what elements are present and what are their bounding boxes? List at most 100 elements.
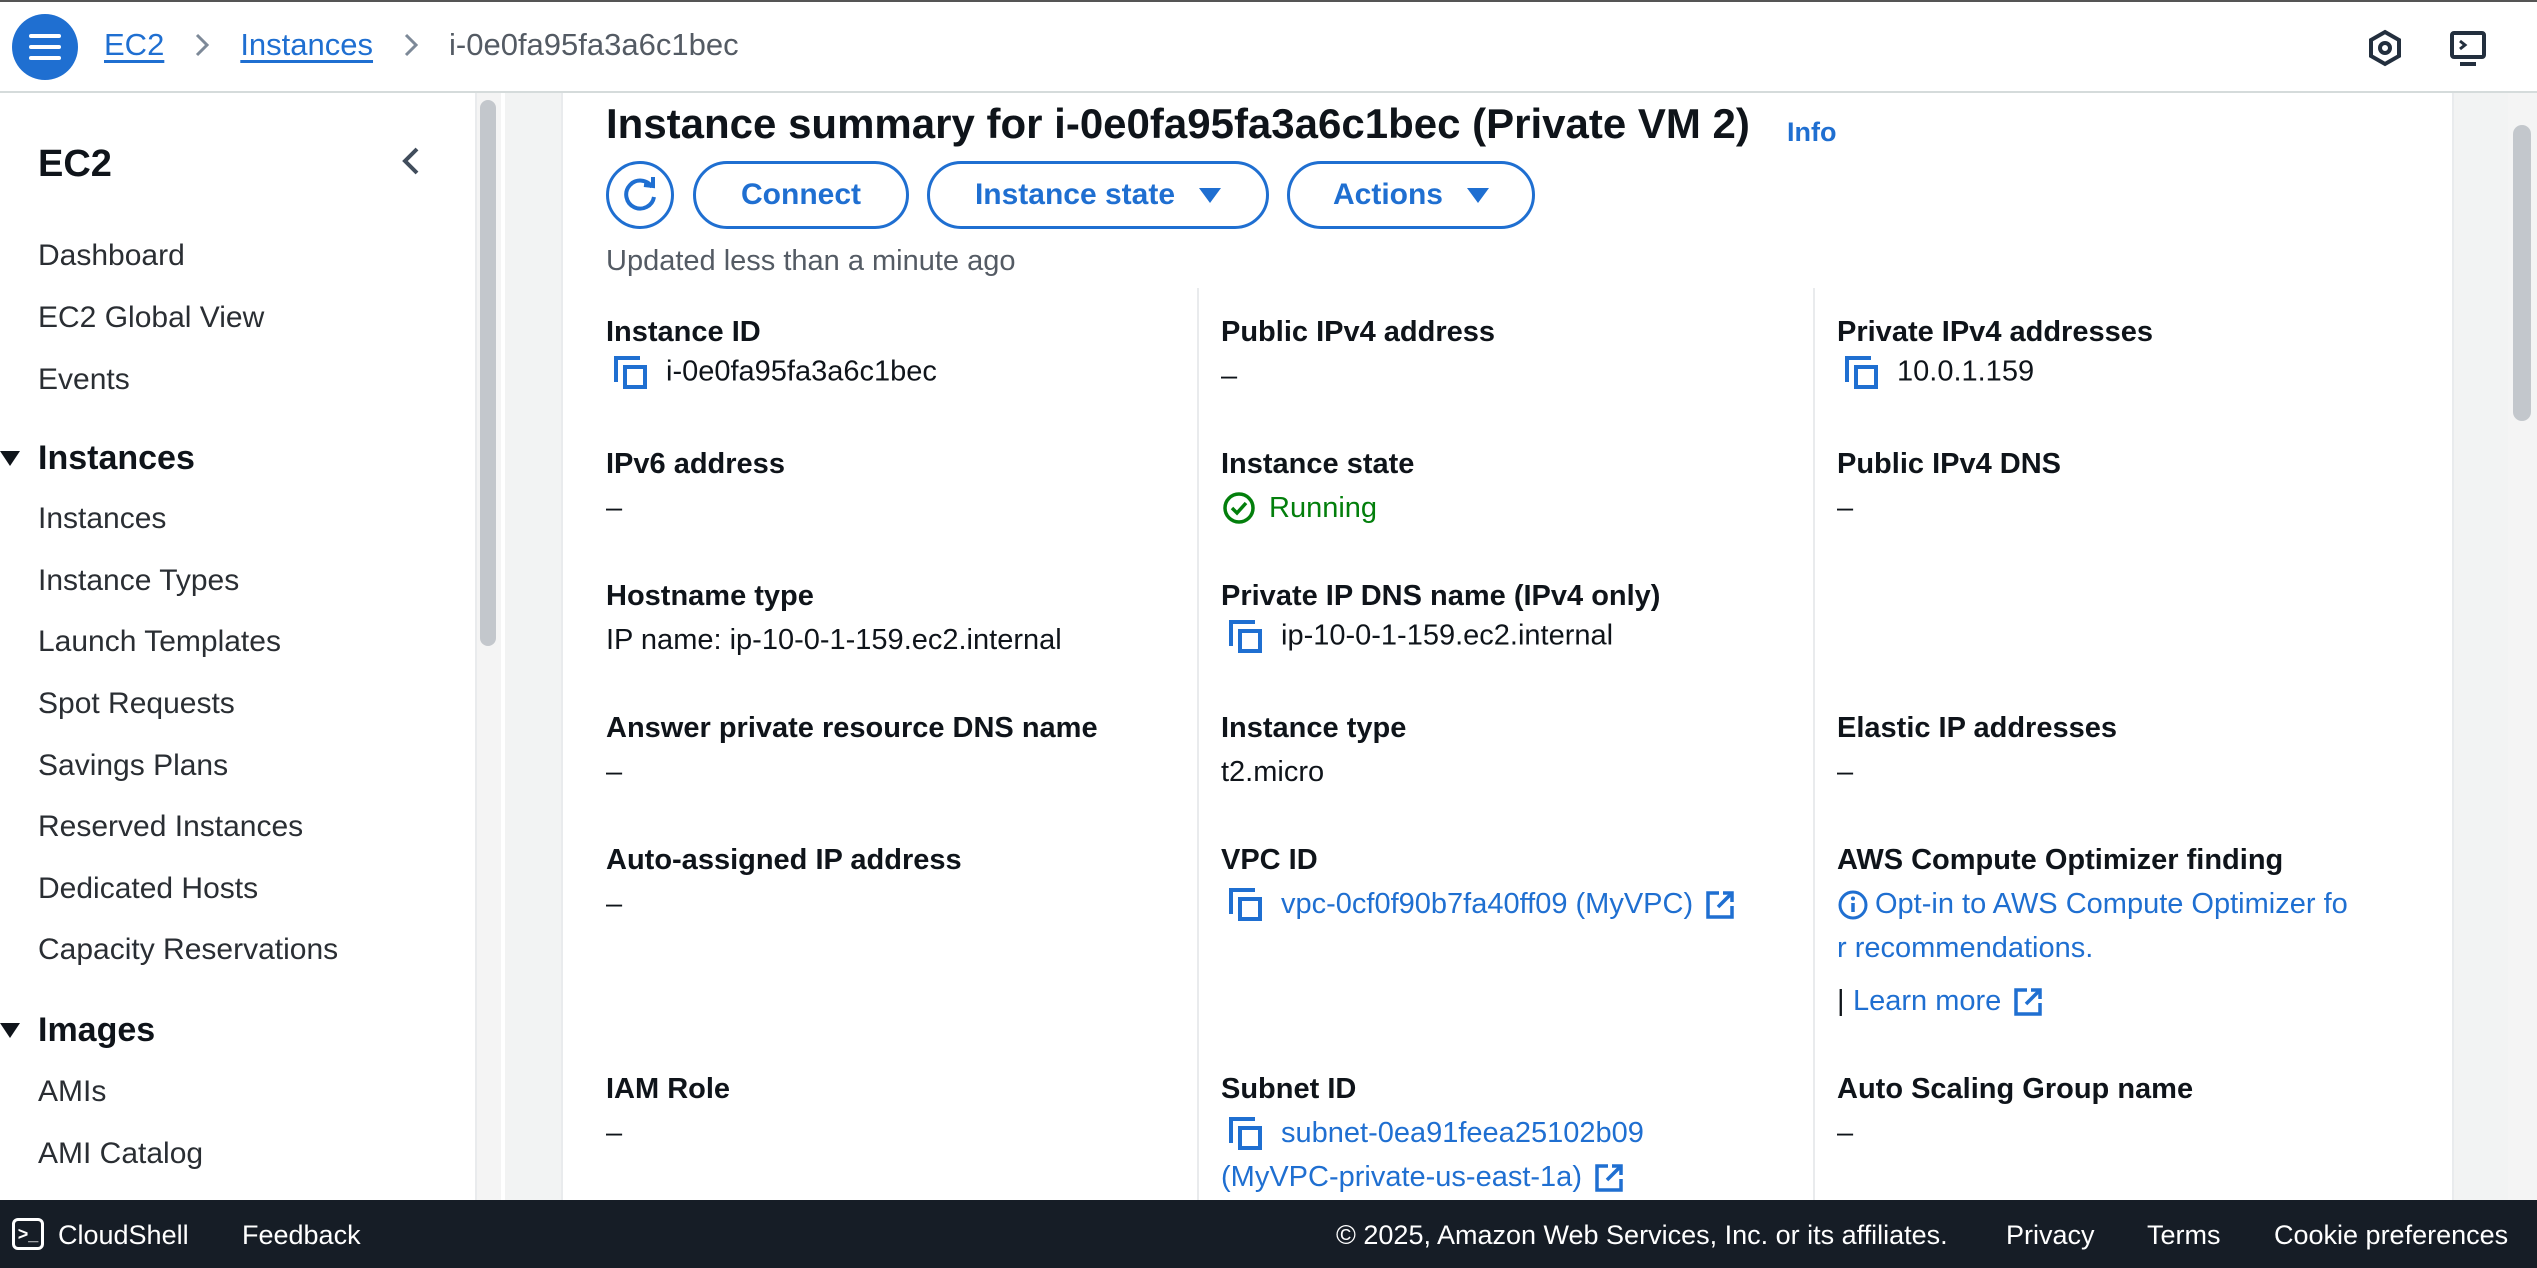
auto-ip-value: – [606,888,623,920]
field-label: VPC ID [1221,844,1318,876]
sidebar: EC2 Dashboard EC2 Global View Events Ins… [0,93,477,1200]
sidebar-item-instances[interactable]: Instances [38,502,166,536]
connect-button-label: Connect [741,178,861,211]
breadcrumb-ec2[interactable]: EC2 [104,27,164,63]
copy-icon[interactable] [1227,1115,1265,1153]
instance-state-status: Running [1221,490,1377,526]
vpc-id-link[interactable]: vpc-0cf0f90b7fa40ff09 (MyVPC) [1227,882,1737,926]
sidebar-item-spot-requests[interactable]: Spot Requests [38,687,235,721]
private-dns-value: ip-10-0-1-159.ec2.internal [1227,618,1613,656]
compute-optimizer-opt-in-link[interactable]: Opt-in to AWS Compute Optimizer fo [1837,882,2348,926]
notifications-icon[interactable] [2448,28,2488,68]
actions-button-label: Actions [1332,178,1443,211]
sidebar-item-events[interactable]: Events [38,363,130,397]
chevron-right-icon [194,32,210,58]
public-ipv4-value: – [1221,360,1238,392]
refresh-button[interactable] [606,161,674,229]
hostname-type-value: IP name: ip-10-0-1-159.ec2.internal [606,624,1062,656]
instance-id-value: i-0e0fa95fa3a6c1bec [612,354,937,392]
info-link[interactable]: Info [1787,117,1836,148]
iam-role-value: – [606,1117,623,1149]
sidebar-item-ami-catalog[interactable]: AMI Catalog [38,1137,203,1171]
connect-button[interactable]: Connect [693,161,909,229]
updated-status: Updated less than a minute ago [606,245,1016,277]
field-label: Private IP DNS name (IPv4 only) [1221,580,1661,612]
field-label: AWS Compute Optimizer finding [1837,844,2284,876]
sidebar-scrollbar[interactable] [480,100,496,646]
main-scrollbar[interactable] [2513,125,2531,421]
terms-link[interactable]: Terms [2147,1220,2221,1251]
separator-text: | [1837,985,1845,1017]
field-label: Hostname type [606,580,814,612]
field-label: Answer private resource DNS name [606,712,1098,744]
copy-icon[interactable] [1227,618,1265,656]
footer: >_ CloudShell Feedback © 2025, Amazon We… [0,1200,2537,1268]
field-label: Public IPv4 address [1221,316,1496,348]
check-circle-icon [1223,492,1255,524]
public-dns-value: – [1837,492,1854,524]
field-label: IPv6 address [606,448,785,480]
instance-state-button[interactable]: Instance state [927,161,1269,229]
elastic-ip-value: – [1837,756,1854,788]
sidebar-item-global-view[interactable]: EC2 Global View [38,301,264,335]
learn-more-link[interactable]: Learn more [1853,979,2045,1023]
info-icon [1838,890,1868,920]
copy-icon[interactable] [1227,886,1265,924]
sidebar-item-amis[interactable]: AMIs [38,1075,106,1109]
breadcrumb: EC2 Instances i-0e0fa95fa3a6c1bec [104,27,739,63]
private-ipv4-value: 10.0.1.159 [1843,354,2034,392]
field-label: Private IPv4 addresses [1837,316,2153,348]
column-divider [1813,288,1815,1200]
compute-optimizer-opt-in-link-cont[interactable]: r recommendations. [1837,926,2093,970]
instance-state-button-label: Instance state [974,178,1176,211]
feedback-button[interactable]: Feedback [242,1220,361,1251]
breadcrumb-instances[interactable]: Instances [240,27,373,63]
external-link-icon [1706,891,1734,920]
copyright-text: © 2025, Amazon Web Services, Inc. or its… [1336,1220,1948,1250]
external-link-icon [2014,988,2043,1017]
copy-icon[interactable] [1843,354,1881,392]
sidebar-item-dashboard[interactable]: Dashboard [38,239,185,273]
sidebar-item-dedicated-hosts[interactable]: Dedicated Hosts [38,872,258,906]
subnet-id-link[interactable]: subnet-0ea91feea25102b09 [1227,1111,1644,1155]
cloudshell-icon[interactable]: >_ [12,1218,44,1250]
external-link-icon [1595,1164,1623,1193]
sidebar-item-savings-plans[interactable]: Savings Plans [38,749,228,783]
column-divider [1197,288,1199,1200]
privacy-link[interactable]: Privacy [2006,1220,2095,1251]
answer-dns-value: – [606,756,623,788]
caret-down-icon [1467,187,1489,203]
sidebar-title: EC2 [38,143,112,185]
chevron-right-icon [403,32,419,58]
sidebar-item-instance-types[interactable]: Instance Types [38,564,239,598]
field-label: IAM Role [606,1073,731,1105]
cookie-preferences-link[interactable]: Cookie preferences [2274,1220,2508,1251]
field-label: Instance state [1221,448,1415,480]
collapse-sidebar-icon[interactable] [393,143,429,179]
asg-name-value: – [1837,1117,1854,1149]
field-label: Instance ID [606,316,761,348]
field-label: Elastic IP addresses [1837,712,2117,744]
copy-icon[interactable] [612,354,650,392]
actions-button[interactable]: Actions [1287,161,1535,229]
field-label: Subnet ID [1221,1073,1357,1105]
sidebar-section-label: Instances [38,439,195,477]
breadcrumb-current: i-0e0fa95fa3a6c1bec [449,27,739,62]
menu-icon[interactable] [12,14,78,80]
instance-type-value: t2.micro [1221,756,1325,788]
sidebar-section-images[interactable]: Images [0,1011,155,1050]
sidebar-section-instances[interactable]: Instances [0,439,195,478]
sidebar-item-capacity-reservations[interactable]: Capacity Reservations [38,933,338,967]
top-navigation: EC2 Instances i-0e0fa95fa3a6c1bec [0,0,2537,93]
ipv6-value: – [606,492,623,524]
sidebar-item-launch-templates[interactable]: Launch Templates [38,625,281,659]
page-title: Instance summary for i-0e0fa95fa3a6c1bec… [606,100,1750,147]
caret-down-icon [0,451,20,466]
caret-down-icon [0,1023,20,1038]
subnet-id-link-cont[interactable]: (MyVPC-private-us-east-1a) [1221,1155,1626,1199]
sidebar-item-reserved-instances[interactable]: Reserved Instances [38,810,303,844]
refresh-icon [624,177,656,211]
support-icon[interactable] [2365,28,2405,68]
cloudshell-button[interactable]: CloudShell [58,1220,189,1251]
field-label: Instance type [1221,712,1407,744]
